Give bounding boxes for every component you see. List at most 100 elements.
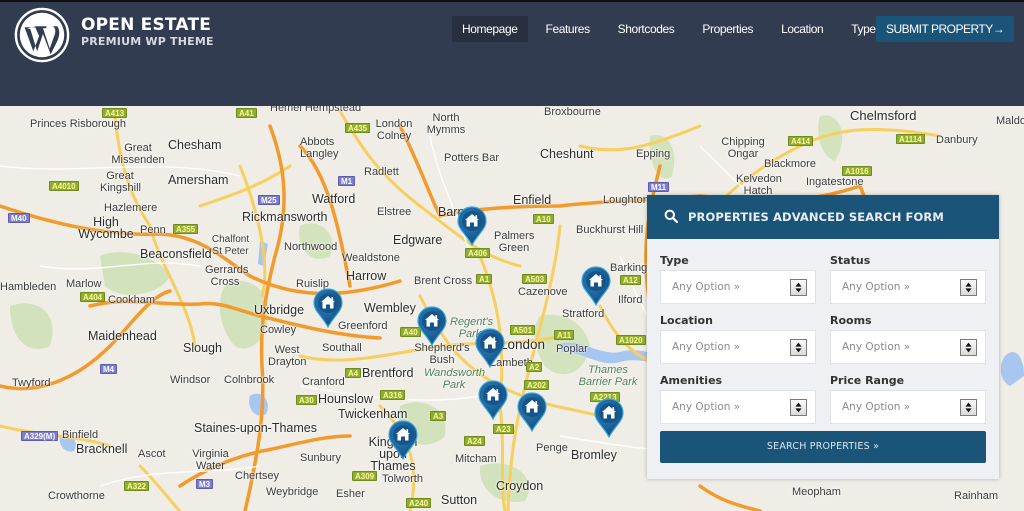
road-shield: M25	[258, 195, 280, 205]
select-arrows-icon	[960, 399, 977, 416]
place-label: Cowley	[260, 324, 297, 336]
place-label: Radlett	[364, 166, 399, 178]
property-marker[interactable]	[594, 398, 624, 438]
road-shield: A23	[493, 424, 514, 434]
road-shield: A1016	[842, 166, 872, 176]
select-arrows-icon	[790, 279, 807, 296]
brand-subtitle: PREMIUM WP THEME	[81, 35, 214, 48]
amenities-label: Amenities	[660, 374, 723, 387]
place-label: Chertsey	[235, 470, 280, 482]
place-label: Weybridge	[266, 486, 319, 498]
place-label: Broxbourne	[544, 106, 601, 118]
road-shield: A30	[296, 395, 317, 405]
location-select[interactable]: Any Option »	[660, 330, 816, 364]
place-label: Wandsworth Park	[424, 367, 485, 391]
search-panel-title: PROPERTIES ADVANCED SEARCH FORM	[688, 210, 944, 224]
place-label: Elstree	[377, 206, 412, 218]
road-shield: A501	[510, 325, 536, 335]
rooms-label: Rooms	[830, 314, 872, 327]
road-shield: A1020	[616, 335, 646, 345]
place-label: Great Missenden	[111, 142, 165, 166]
place-label: Southall	[322, 342, 362, 354]
search-properties-button[interactable]: SEARCH PROPERTIES »	[660, 431, 986, 463]
rooms-field: Rooms Any Option »	[830, 313, 986, 364]
brand-title: OPEN ESTATE	[81, 15, 212, 35]
location-label: Location	[660, 314, 713, 327]
place-label: Chipping Ongar	[721, 136, 765, 160]
place-label: Hazlemere	[104, 202, 158, 214]
status-select[interactable]: Any Option »	[830, 270, 986, 304]
place-label: Ascot	[138, 448, 166, 460]
nav-item-location[interactable]: Location	[771, 16, 833, 42]
road-shield: M40	[8, 213, 30, 223]
property-marker[interactable]	[475, 328, 505, 368]
road-shield: A322	[124, 481, 150, 491]
property-marker[interactable]	[581, 266, 611, 306]
place-label: Enfield	[513, 193, 552, 207]
road-shield: A1114	[896, 134, 925, 144]
rooms-select[interactable]: Any Option »	[830, 330, 986, 364]
place-label: Maldon	[996, 115, 1024, 127]
place-label: Great Kingshill	[100, 170, 141, 194]
place-label: Uxbridge	[254, 303, 305, 317]
property-marker[interactable]	[388, 420, 418, 460]
status-label: Status	[830, 254, 871, 267]
road-shield: A309	[352, 471, 378, 481]
amenities-select-value: Any Option »	[672, 401, 741, 413]
property-marker[interactable]	[478, 380, 508, 420]
road-shield: A503	[522, 274, 548, 284]
road-shield: A202	[524, 380, 550, 390]
road-shield: A413	[102, 108, 128, 118]
place-label: Meopham	[792, 486, 841, 498]
place-label: Mitcham	[455, 453, 497, 465]
wordpress-logo-icon[interactable]	[13, 6, 71, 64]
place-label: Tolworth	[382, 473, 423, 485]
place-label: Esher	[336, 488, 365, 500]
place-label: Chesham	[168, 138, 222, 152]
place-label: Beaconsfield	[140, 247, 212, 261]
place-label: Cranford	[302, 376, 345, 388]
road-shield: A3	[430, 411, 447, 421]
submit-property-button[interactable]: SUBMIT PROPERTY→	[876, 16, 1015, 42]
road-shield: A41	[236, 108, 257, 118]
place-label: Chalfont St Peter	[211, 234, 250, 257]
property-marker[interactable]	[417, 306, 447, 346]
price-range-select[interactable]: Any Option »	[830, 390, 986, 424]
status-field: Status Any Option »	[830, 253, 986, 304]
place-label: Twickenham	[338, 407, 408, 421]
amenities-select[interactable]: Any Option »	[660, 390, 816, 424]
price-range-select-value: Any Option »	[842, 401, 911, 413]
place-label: London Colney	[375, 118, 413, 142]
property-marker[interactable]	[457, 206, 487, 246]
road-shield: A316	[380, 390, 406, 400]
place-label: London	[500, 337, 546, 352]
nav-item-shortcodes[interactable]: Shortcodes	[608, 16, 685, 42]
place-label: Edgware	[393, 233, 443, 247]
nav-item-homepage[interactable]: Homepage	[452, 16, 528, 42]
place-label: Epping	[636, 148, 671, 160]
select-arrows-icon	[960, 339, 977, 356]
place-label: Ingatestone	[806, 176, 864, 188]
brand[interactable]: OPEN ESTATE PREMIUM WP THEME	[81, 16, 214, 49]
type-select[interactable]: Any Option »	[660, 270, 816, 304]
type-field: Type Any Option »	[660, 253, 816, 304]
road-shield: A10	[533, 214, 554, 224]
property-marker[interactable]	[313, 288, 343, 328]
road-shield: A329(M)	[21, 431, 59, 441]
place-label: Slough	[183, 341, 222, 355]
place-label: Greenford	[338, 320, 388, 332]
place-label: Blackmore	[764, 158, 816, 170]
place-label: Gerrards Cross	[205, 264, 249, 288]
place-label: Northwood	[284, 241, 338, 253]
place-label: Danbury	[936, 134, 978, 146]
nav-item-features[interactable]: Features	[536, 16, 600, 42]
property-marker[interactable]	[517, 392, 547, 432]
select-arrows-icon	[790, 399, 807, 416]
place-label: Marlow	[66, 278, 102, 290]
road-shield: A1	[476, 274, 493, 284]
place-label: Buckhurst Hill	[576, 224, 644, 236]
nav-item-properties[interactable]: Properties	[692, 16, 763, 42]
location-field: Location Any Option »	[660, 313, 816, 364]
select-arrows-icon	[790, 339, 807, 356]
road-shield: M11	[648, 182, 670, 192]
